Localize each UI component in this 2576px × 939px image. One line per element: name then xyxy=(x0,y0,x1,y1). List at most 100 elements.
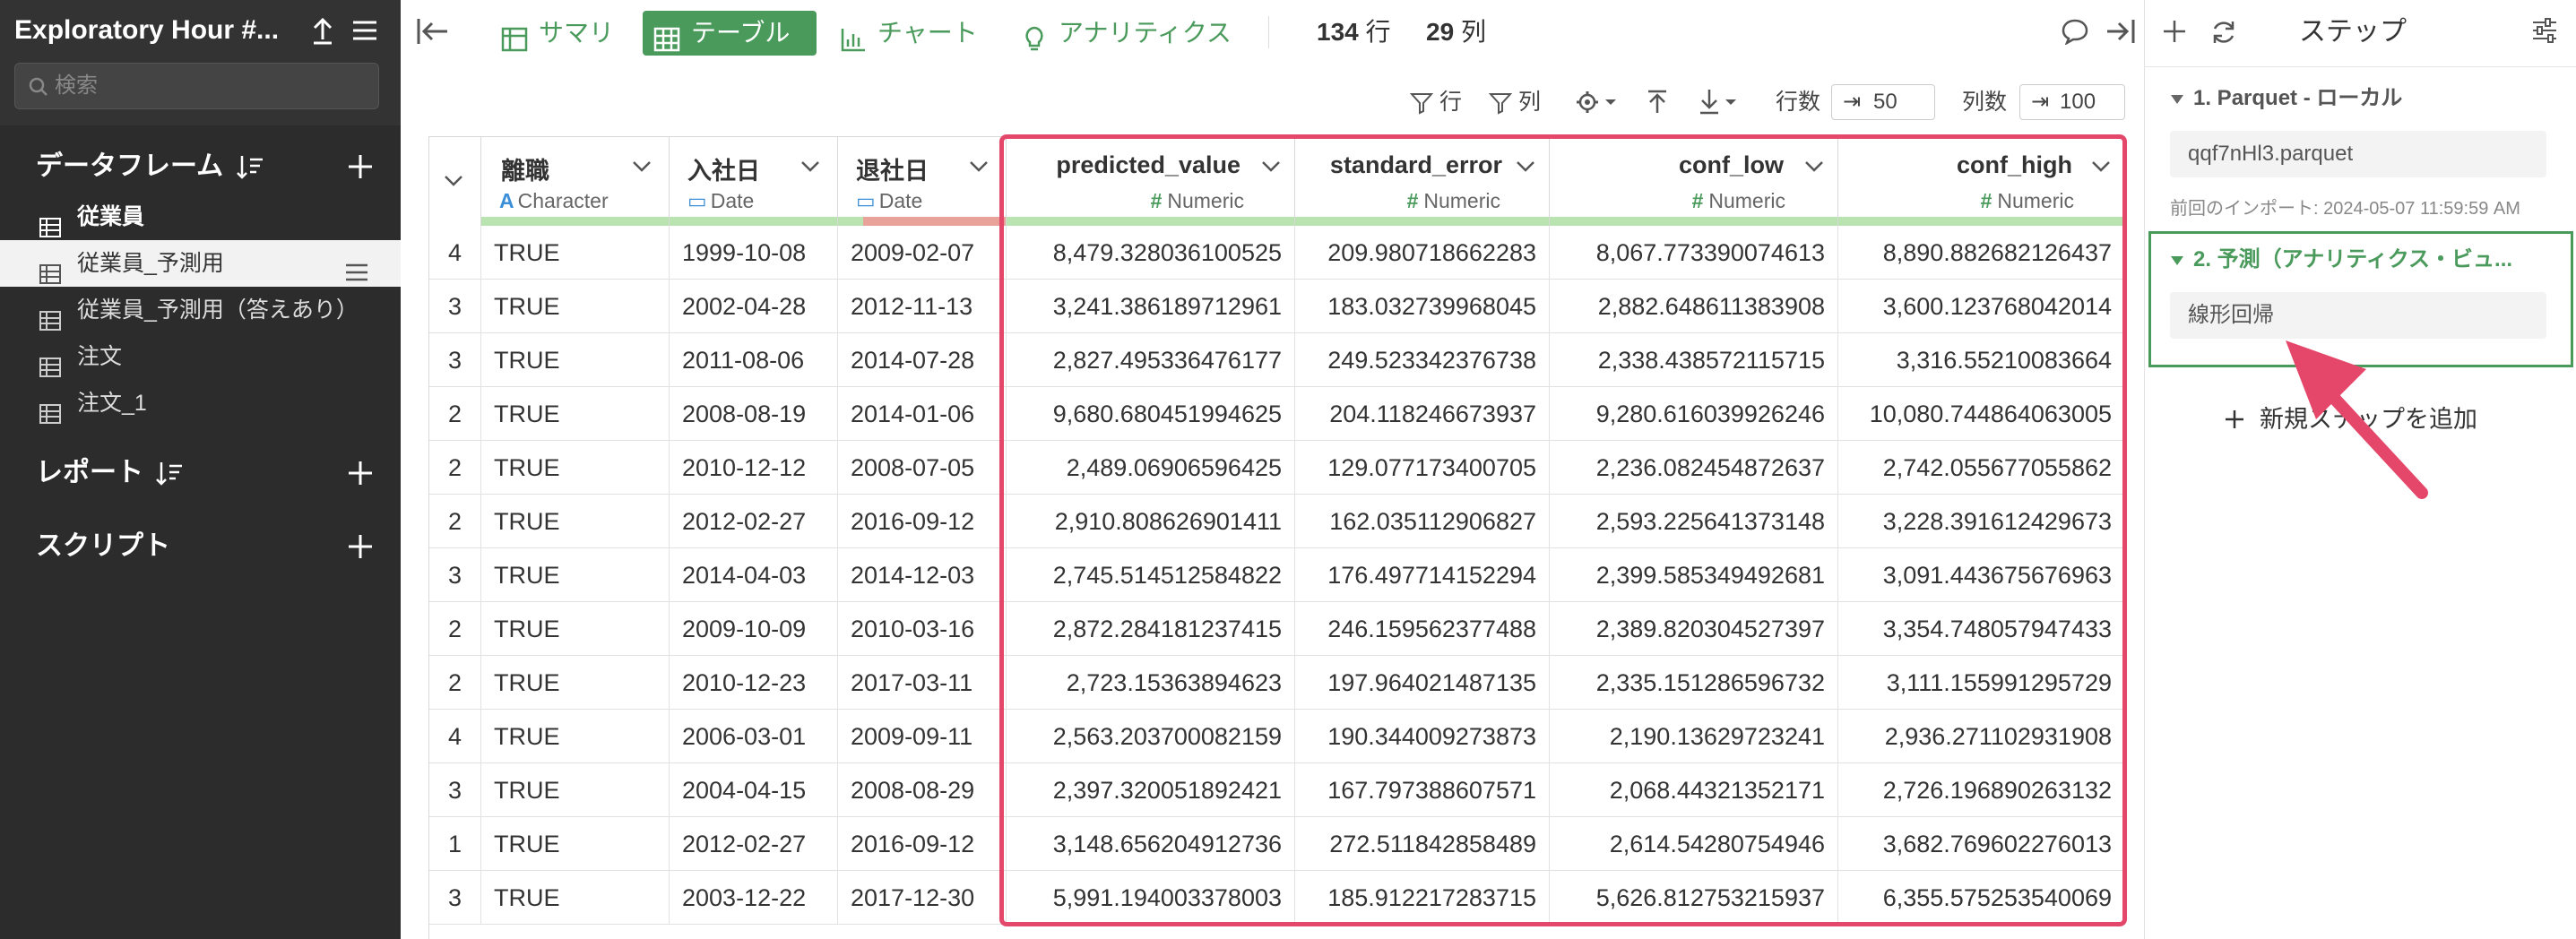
table-cell[interactable]: 2,068.44321352171 xyxy=(1550,763,1838,817)
table-cell[interactable]: 272.511842858489 xyxy=(1295,817,1550,871)
column-header[interactable]: conf_low # Numeric xyxy=(1550,136,1838,226)
table-cell[interactable]: TRUE xyxy=(481,656,670,710)
table-cell[interactable]: 3,354.748057947433 xyxy=(1838,602,2125,656)
upload-icon[interactable] xyxy=(1645,84,1672,120)
sidebar-item-dataframe[interactable]: 従業員_予測用（答えあり） xyxy=(0,287,401,333)
table-cell[interactable]: 2014-12-03 xyxy=(838,548,1007,602)
table-row[interactable]: 3 TRUE 2014-04-03 2014-12-03 2,745.514512584… xyxy=(429,548,2125,602)
table-cell[interactable]: 3,111.155991295729 xyxy=(1838,656,2125,710)
table-row[interactable]: 2 TRUE 2008-08-19 2014-01-06 9,680.680451994… xyxy=(429,387,2125,441)
table-cell[interactable]: 3,148.656204912736 xyxy=(1007,817,1295,871)
table-row[interactable]: 3 TRUE 2002-04-28 2012-11-13 3,241.386189712… xyxy=(429,280,2125,333)
table-row[interactable]: 4 TRUE 1999-10-08 2009-02-07 8,479.328036100… xyxy=(429,226,2125,280)
column-header[interactable]: 離職 A Character xyxy=(481,136,670,226)
table-cell[interactable]: TRUE xyxy=(481,817,670,871)
add-dataframe-icon[interactable] xyxy=(344,151,376,183)
table-cell[interactable]: 2,726.196890263132 xyxy=(1838,763,2125,817)
table-cell[interactable]: 176.497714152294 xyxy=(1295,548,1550,602)
table-cell[interactable]: 3,316.55210083664 xyxy=(1838,333,2125,387)
table-cell[interactable]: 2 xyxy=(429,387,481,441)
collapse-triangle-icon[interactable] xyxy=(2170,254,2184,267)
table-cell[interactable]: 2,742.055677055862 xyxy=(1838,441,2125,495)
table-cell[interactable]: 3 xyxy=(429,548,481,602)
table-cell[interactable]: 6,355.575253540069 xyxy=(1838,871,2125,925)
table-cell[interactable]: 2,882.648611383908 xyxy=(1550,280,1838,333)
table-cell[interactable]: 3,600.123768042014 xyxy=(1838,280,2125,333)
table-cell[interactable]: TRUE xyxy=(481,441,670,495)
table-cell[interactable]: 3 xyxy=(429,763,481,817)
table-cell[interactable]: 2008-07-05 xyxy=(838,441,1007,495)
table-cell[interactable]: 162.035112906827 xyxy=(1295,495,1550,548)
table-cell[interactable]: 4 xyxy=(429,710,481,763)
table-cell[interactable]: 2 xyxy=(429,441,481,495)
table-cell[interactable]: 2014-01-06 xyxy=(838,387,1007,441)
table-cell[interactable]: 2 xyxy=(429,656,481,710)
table-cell[interactable]: 190.344009273873 xyxy=(1295,710,1550,763)
tab-table[interactable]: テーブル xyxy=(643,11,817,56)
table-cell[interactable]: 2002-04-28 xyxy=(670,280,838,333)
sidebar-search[interactable] xyxy=(14,63,379,109)
table-cell[interactable]: 3 xyxy=(429,333,481,387)
table-cell[interactable]: TRUE xyxy=(481,763,670,817)
column-header-index[interactable] xyxy=(429,136,481,226)
section-dataframes[interactable]: データフレーム xyxy=(36,145,223,188)
table-cell[interactable]: 2,489.06906596425 xyxy=(1007,441,1295,495)
table-cell[interactable]: 2 xyxy=(429,495,481,548)
table-cell[interactable]: 8,890.882682126437 xyxy=(1838,226,2125,280)
step-1-file[interactable]: qqf7nHl3.parquet xyxy=(2170,131,2546,177)
table-row[interactable]: 3 TRUE 2003-12-22 2017-12-30 5,991.194003378… xyxy=(429,871,2125,925)
table-cell[interactable]: TRUE xyxy=(481,871,670,925)
table-cell[interactable]: 2,827.495336476177 xyxy=(1007,333,1295,387)
chevron-down-icon[interactable] xyxy=(969,160,989,173)
comment-icon[interactable] xyxy=(2061,18,2089,46)
download-dropdown[interactable] xyxy=(1699,84,1745,120)
collapse-triangle-icon[interactable] xyxy=(2170,93,2184,106)
table-cell[interactable]: 2017-03-11 xyxy=(838,656,1007,710)
table-cell[interactable]: TRUE xyxy=(481,495,670,548)
column-header[interactable]: conf_high # Numeric xyxy=(1838,136,2125,226)
table-cell[interactable]: 2004-04-15 xyxy=(670,763,838,817)
table-cell[interactable]: 3 xyxy=(429,280,481,333)
menu-icon[interactable] xyxy=(350,13,380,48)
table-cell[interactable]: 2,338.438572115715 xyxy=(1550,333,1838,387)
table-cell[interactable]: 2,236.082454872637 xyxy=(1550,441,1838,495)
sidebar-item-dataframe[interactable]: 注文_1 xyxy=(0,380,401,426)
tab-analytics[interactable]: アナリティクス xyxy=(1010,11,1243,56)
table-cell[interactable]: 2012-02-27 xyxy=(670,495,838,548)
table-cell[interactable]: 167.797388607571 xyxy=(1295,763,1550,817)
table-cell[interactable]: 2012-02-27 xyxy=(670,817,838,871)
table-cell[interactable]: 2016-09-12 xyxy=(838,817,1007,871)
section-scripts[interactable]: スクリプト xyxy=(36,525,170,568)
settings-icon[interactable] xyxy=(2530,16,2559,45)
chevron-down-icon[interactable] xyxy=(1261,160,1281,173)
chevron-down-icon[interactable] xyxy=(2091,160,2111,173)
menu-icon[interactable] xyxy=(344,253,369,281)
table-cell[interactable]: 2008-08-19 xyxy=(670,387,838,441)
table-cell[interactable]: 246.159562377488 xyxy=(1295,602,1550,656)
table-cell[interactable]: 129.077173400705 xyxy=(1295,441,1550,495)
step-1-title[interactable]: 1. Parquet - ローカル xyxy=(2193,82,2402,115)
table-row[interactable]: 3 TRUE 2004-04-15 2008-08-29 2,397.320051892… xyxy=(429,763,2125,817)
table-cell[interactable]: 183.032739968045 xyxy=(1295,280,1550,333)
table-cell[interactable]: 204.118246673937 xyxy=(1295,387,1550,441)
table-cell[interactable]: 249.523342376738 xyxy=(1295,333,1550,387)
sidebar-item-dataframe[interactable]: 注文 xyxy=(0,333,401,380)
sort-icon[interactable] xyxy=(235,152,265,183)
row-filter-button[interactable]: 行 xyxy=(1409,84,1462,120)
table-cell[interactable]: 3,241.386189712961 xyxy=(1007,280,1295,333)
table-cell[interactable]: TRUE xyxy=(481,280,670,333)
table-cell[interactable]: 1999-10-08 xyxy=(670,226,838,280)
table-cell[interactable]: 2,723.15363894623 xyxy=(1007,656,1295,710)
chevron-down-icon[interactable] xyxy=(1516,160,1535,173)
exit-icon[interactable] xyxy=(2105,18,2136,45)
plus-icon[interactable] xyxy=(2161,18,2188,45)
table-cell[interactable]: 2,190.13629723241 xyxy=(1550,710,1838,763)
table-cell[interactable]: 2009-10-09 xyxy=(670,602,838,656)
table-row[interactable]: 1 TRUE 2012-02-27 2016-09-12 3,148.656204912… xyxy=(429,817,2125,871)
column-header[interactable]: predicted_value # Numeric xyxy=(1007,136,1295,226)
table-cell[interactable]: 2,910.808626901411 xyxy=(1007,495,1295,548)
add-script-icon[interactable] xyxy=(344,530,376,563)
table-cell[interactable]: 3,228.391612429673 xyxy=(1838,495,2125,548)
table-cell[interactable]: 2,563.203700082159 xyxy=(1007,710,1295,763)
sort-icon[interactable] xyxy=(154,459,185,489)
